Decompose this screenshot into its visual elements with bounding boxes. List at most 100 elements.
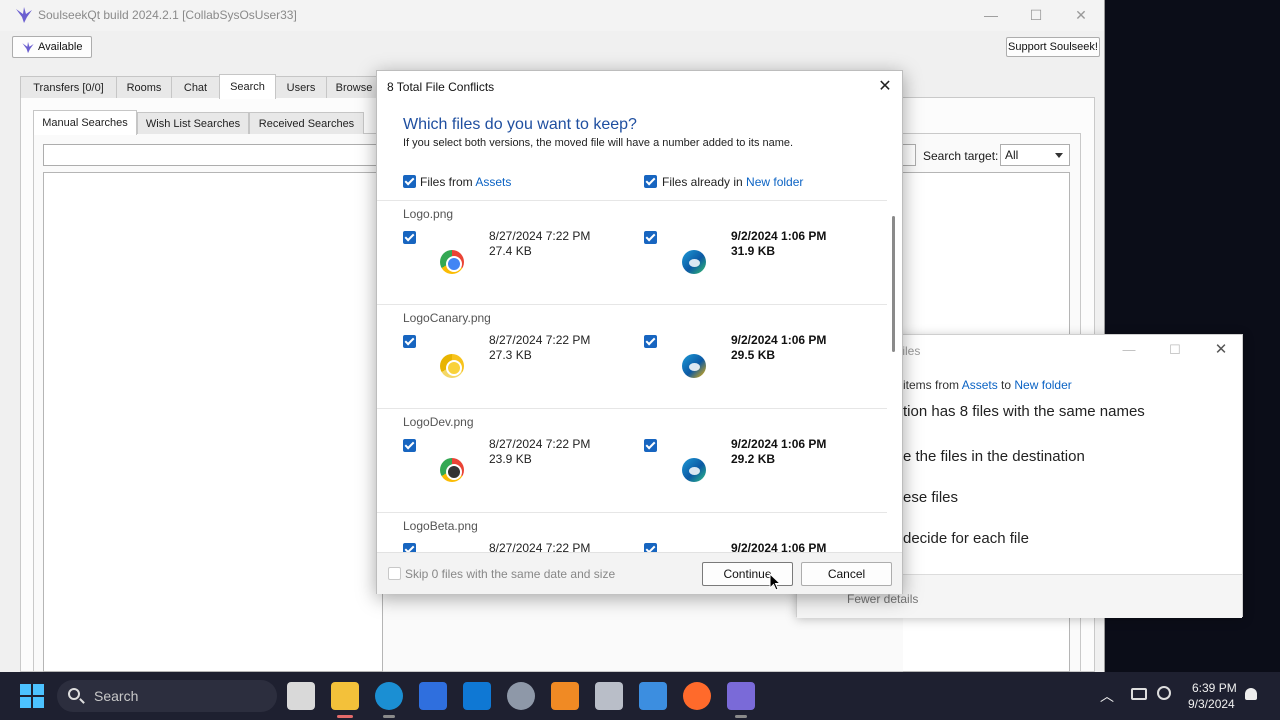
search-target-value: All <box>1005 148 1019 162</box>
close-button[interactable]: ✕ <box>873 76 897 98</box>
dialog-heading: Which files do you want to keep? <box>403 116 637 133</box>
clock-time[interactable]: 6:39 PM <box>1192 681 1237 695</box>
windows-start-icon[interactable] <box>20 684 44 708</box>
chevron-down-icon <box>1055 153 1063 158</box>
edge-dev-icon <box>682 458 706 482</box>
support-soulseek-button[interactable]: Support Soulseek! <box>1006 37 1100 57</box>
search-results-list[interactable] <box>43 172 383 672</box>
paint-icon[interactable] <box>639 682 667 710</box>
destination-size: 29.2 KB <box>731 452 776 466</box>
source-folder-link[interactable]: Assets <box>475 175 511 189</box>
tab-users[interactable]: Users <box>275 76 327 98</box>
clock-date[interactable]: 9/3/2024 <box>1188 697 1235 711</box>
minimize-button[interactable]: — <box>1109 339 1149 361</box>
fewer-details-toggle[interactable]: Fewer details <box>847 592 918 606</box>
status-button[interactable]: Available <box>12 36 92 58</box>
conflict-row: LogoBeta.png 8/27/2024 7:22 PM 9/2/2024 … <box>377 513 887 552</box>
cancel-button[interactable]: Cancel <box>801 562 892 586</box>
destination-folder-link[interactable]: New folder <box>1014 378 1071 392</box>
tab-manual-searches[interactable]: Manual Searches <box>33 110 137 135</box>
search-target-select[interactable]: All <box>1000 144 1070 166</box>
tab-search[interactable]: Search <box>219 74 276 99</box>
chrome-dev-icon <box>440 458 464 482</box>
keep-source-checkbox[interactable] <box>403 231 416 244</box>
minimize-button[interactable]: — <box>968 4 1014 26</box>
tab-rooms[interactable]: Rooms <box>116 76 172 98</box>
task-view-icon[interactable] <box>287 682 315 710</box>
network-icon[interactable] <box>1131 688 1147 700</box>
destination-column-prefix: Files already in <box>662 175 747 189</box>
destination-date: 9/2/2024 1:06 PM <box>731 437 827 451</box>
file-name: LogoDev.png <box>403 415 474 429</box>
file-explorer-icon[interactable] <box>331 682 359 718</box>
terminal-icon[interactable] <box>595 682 623 710</box>
destination-size: 31.9 KB <box>731 244 776 258</box>
file-name: LogoBeta.png <box>403 519 478 533</box>
tab-received-searches[interactable]: Received Searches <box>249 112 364 134</box>
keep-destination-checkbox[interactable] <box>644 335 657 348</box>
search-input[interactable] <box>43 144 383 166</box>
settings-icon[interactable] <box>507 682 535 710</box>
microsoft-store-icon[interactable] <box>419 682 447 710</box>
soulseek-bird-icon <box>22 41 34 53</box>
file-conflicts-dialog: 8 Total File Conflicts ✕ Which files do … <box>376 70 903 594</box>
maximize-button[interactable]: ☐ <box>1155 339 1195 361</box>
tab-chat[interactable]: Chat <box>171 76 220 98</box>
skip-same-files-checkbox[interactable] <box>388 567 401 580</box>
taskbar: Search ︿ 6:39 PM 9/3/2024 <box>0 672 1280 720</box>
chrome-canary-icon <box>440 354 464 378</box>
dialog-subtext: If you select both versions, the moved f… <box>403 137 794 149</box>
tray-overflow-chevron-icon[interactable]: ︿ <box>1100 686 1114 706</box>
file-name: Logo.png <box>403 207 454 221</box>
system-status-icon[interactable] <box>1157 686 1171 700</box>
title-bar: SoulseekQt build 2024.2.1 [CollabSysOsUs… <box>0 0 1104 31</box>
taskbar-search-box[interactable]: Search <box>57 680 277 712</box>
decide-each-file-option[interactable]: decide for each file <box>903 530 1029 547</box>
notification-bell-icon[interactable] <box>1245 688 1257 700</box>
search-tool-icon[interactable] <box>551 682 579 710</box>
taskbar-search-placeholder: Search <box>94 688 139 704</box>
status-label: Available <box>38 41 83 53</box>
keep-source-checkbox[interactable] <box>403 335 416 348</box>
edge-canary-icon <box>682 354 706 378</box>
search-target-label: Search target: <box>923 149 999 163</box>
tab-browse[interactable]: Browse <box>326 76 382 98</box>
edge-icon[interactable] <box>375 682 403 718</box>
dialog-title: 8 Total File Conflicts <box>387 80 495 94</box>
maximize-button[interactable]: ☐ <box>1013 4 1059 26</box>
dialog-heading: tion has 8 files with the same names <box>903 403 1145 420</box>
list-scrollbar[interactable] <box>892 216 895 352</box>
keep-destination-checkbox[interactable] <box>644 543 657 552</box>
file-name: LogoCanary.png <box>403 311 491 325</box>
copy-to: to <box>997 378 1015 392</box>
replace-files-option[interactable]: e the files in the destination <box>903 448 1085 465</box>
keep-source-checkbox[interactable] <box>403 439 416 452</box>
mouse-cursor-icon <box>769 573 781 591</box>
destination-folder-link[interactable]: New folder <box>746 175 803 189</box>
keep-source-checkbox[interactable] <box>403 543 416 552</box>
source-date: 8/27/2024 7:22 PM <box>489 541 591 552</box>
soulseek-icon[interactable] <box>727 682 755 718</box>
conflict-list[interactable]: Logo.png 8/27/2024 7:22 PM 27.4 KB 9/2/2… <box>377 200 887 552</box>
close-button[interactable]: ✕ <box>1058 4 1104 26</box>
select-all-source-checkbox[interactable] <box>403 175 416 188</box>
tab-transfers[interactable]: Transfers [0/0] <box>20 76 117 98</box>
source-column-prefix: Files from <box>420 175 476 189</box>
edge-icon <box>682 250 706 274</box>
select-all-destination-checkbox[interactable] <box>644 175 657 188</box>
keep-destination-checkbox[interactable] <box>644 231 657 244</box>
tab-wish-list-searches[interactable]: Wish List Searches <box>137 112 249 134</box>
conflict-row: Logo.png 8/27/2024 7:22 PM 27.4 KB 9/2/2… <box>377 201 887 305</box>
source-column-label: Files from Assets <box>420 175 511 189</box>
source-size: 27.4 KB <box>489 244 532 258</box>
source-folder-link[interactable]: Assets <box>962 378 998 392</box>
keep-destination-checkbox[interactable] <box>644 439 657 452</box>
conflict-row: LogoDev.png 8/27/2024 7:22 PM 23.9 KB 9/… <box>377 409 887 513</box>
source-date: 8/27/2024 7:22 PM <box>489 229 591 243</box>
copy-prefix: items from <box>903 378 962 392</box>
source-date: 8/27/2024 7:22 PM <box>489 437 591 451</box>
skip-files-option[interactable]: ese files <box>903 489 958 506</box>
outlook-icon[interactable] <box>463 682 491 710</box>
firefox-icon[interactable] <box>683 682 711 710</box>
close-button[interactable]: ✕ <box>1201 339 1241 361</box>
